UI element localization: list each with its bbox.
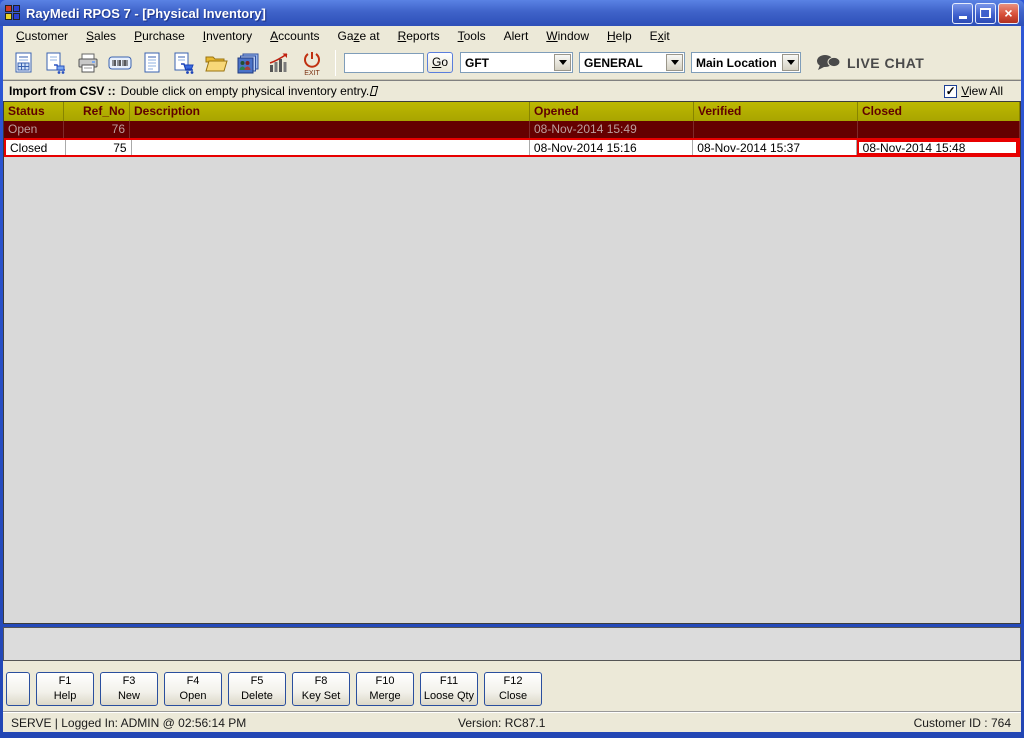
minimize-button[interactable] <box>952 2 973 24</box>
merge-button[interactable]: F10 Merge <box>356 672 414 706</box>
column-header-status[interactable]: Status <box>4 102 64 121</box>
barcode-icon[interactable] <box>105 49 135 77</box>
cell-closed-selected[interactable]: 08-Nov-2014 15:48 <box>856 140 1019 155</box>
cell-verified[interactable] <box>694 121 858 138</box>
sales-cart-icon[interactable] <box>41 49 71 77</box>
exit-icon[interactable]: EXIT <box>297 49 327 77</box>
table-row[interactable]: Open 76 08-Nov-2014 15:49 <box>4 121 1020 138</box>
table-header: Status Ref_No Description Opened Verifie… <box>4 102 1020 121</box>
chevron-down-icon[interactable] <box>666 54 683 71</box>
close-icon: × <box>1004 5 1013 21</box>
bottom-panel <box>3 627 1021 661</box>
menu-item-exit[interactable]: Exit <box>641 27 679 45</box>
menu-item-inventory[interactable]: Inventory <box>194 27 261 45</box>
purchase-cart-icon[interactable] <box>169 49 199 77</box>
restore-button[interactable] <box>975 2 996 24</box>
company-select[interactable]: GFT <box>460 52 573 73</box>
application-window: RayMedi RPOS 7 - [Physical Inventory] × … <box>0 0 1024 738</box>
checkbox-check-icon[interactable]: ✓ <box>944 84 958 98</box>
exit-label: EXIT <box>304 70 320 76</box>
billing-icon[interactable] <box>9 49 39 77</box>
go-button[interactable]: Go <box>427 52 453 73</box>
app-icon <box>5 5 21 21</box>
column-header-closed[interactable]: Closed <box>858 102 1020 121</box>
chevron-down-icon[interactable] <box>554 54 571 71</box>
menu-item-sales[interactable]: Sales <box>77 27 125 45</box>
loose-qty-button[interactable]: F11 Loose Qty <box>420 672 478 706</box>
view-all-checkbox[interactable]: ✓ View All <box>944 84 1003 98</box>
customer-id-label: Customer ID : 764 <box>913 716 1011 730</box>
cell-ref-no[interactable]: 75 <box>66 140 132 155</box>
restore-icon <box>980 8 991 18</box>
statistics-icon[interactable] <box>265 49 295 77</box>
info-title: Import from CSV :: <box>9 84 116 98</box>
minimize-icon <box>958 16 967 19</box>
info-message: Double click on empty physical inventory… <box>120 84 370 98</box>
table-row-selected[interactable]: Closed 75 08-Nov-2014 15:16 08-Nov-2014 … <box>4 138 1020 157</box>
column-header-verified[interactable]: Verified <box>694 102 858 121</box>
document-icon[interactable] <box>137 49 167 77</box>
inventory-table: Status Ref_No Description Opened Verifie… <box>3 101 1021 624</box>
menu-item-help[interactable]: Help <box>598 27 641 45</box>
customers-icon[interactable] <box>233 49 263 77</box>
cell-opened[interactable]: 08-Nov-2014 15:49 <box>530 121 694 138</box>
info-bar: Import from CSV :: Double click on empty… <box>3 80 1021 101</box>
category-select[interactable]: GENERAL <box>579 52 685 73</box>
logged-in-status: SERVE | Logged In: ADMIN @ 02:56:14 PM <box>11 716 247 730</box>
open-button[interactable]: F4 Open <box>164 672 222 706</box>
live-chat-button[interactable]: LIVE CHAT <box>815 53 924 73</box>
toolbar-separator <box>335 49 336 76</box>
menu-bar: Customer Sales Purchase Inventory Accoun… <box>3 26 1021 46</box>
search-input[interactable] <box>344 52 424 73</box>
version-label: Version: RC87.1 <box>458 716 546 730</box>
blank-button[interactable] <box>6 672 30 706</box>
cell-status[interactable]: Open <box>4 121 64 138</box>
menu-item-customer[interactable]: Customer <box>7 27 77 45</box>
text-cursor-glyph <box>369 86 379 96</box>
help-button[interactable]: F1 Help <box>36 672 94 706</box>
column-header-opened[interactable]: Opened <box>530 102 694 121</box>
menu-item-accounts[interactable]: Accounts <box>261 27 328 45</box>
cell-opened[interactable]: 08-Nov-2014 15:16 <box>530 140 694 155</box>
key-set-button[interactable]: F8 Key Set <box>292 672 350 706</box>
cell-verified[interactable]: 08-Nov-2014 15:37 <box>693 140 857 155</box>
function-key-bar: F1 Help F3 New F4 Open F5 Delete F8 Key Set F… <box>3 661 1021 712</box>
menu-item-gaze-at[interactable]: Gaze at <box>329 27 389 45</box>
window-title: RayMedi RPOS 7 - [Physical Inventory] <box>26 5 266 21</box>
cell-closed[interactable] <box>858 121 1020 138</box>
open-folder-icon[interactable] <box>201 49 231 77</box>
chevron-down-icon[interactable] <box>782 54 799 71</box>
status-bar: SERVE | Logged In: ADMIN @ 02:56:14 PM V… <box>3 712 1021 732</box>
live-chat-label: LIVE CHAT <box>847 54 925 71</box>
close-form-button[interactable]: F12 Close <box>484 672 542 706</box>
chat-bubbles-icon <box>817 54 841 70</box>
cell-status[interactable]: Closed <box>6 140 66 155</box>
title-bar: RayMedi RPOS 7 - [Physical Inventory] × <box>0 0 1024 26</box>
menu-item-purchase[interactable]: Purchase <box>125 27 194 45</box>
delete-button[interactable]: F5 Delete <box>228 672 286 706</box>
new-button[interactable]: F3 New <box>100 672 158 706</box>
close-button[interactable]: × <box>998 2 1019 24</box>
cell-description[interactable] <box>132 140 530 155</box>
column-header-description[interactable]: Description <box>130 102 530 121</box>
cell-description[interactable] <box>130 121 530 138</box>
printer-icon[interactable] <box>73 49 103 77</box>
menu-item-alert[interactable]: Alert <box>495 27 538 45</box>
cell-ref-no[interactable]: 76 <box>64 121 130 138</box>
menu-item-tools[interactable]: Tools <box>449 27 495 45</box>
menu-item-reports[interactable]: Reports <box>389 27 449 45</box>
location-select[interactable]: Main Location <box>691 52 801 73</box>
view-all-label: View All <box>961 84 1003 98</box>
toolbar: EXIT Go GFT GENERAL Main Location LIVE C… <box>3 46 1021 80</box>
menu-item-window[interactable]: Window <box>537 27 598 45</box>
column-header-ref-no[interactable]: Ref_No <box>64 102 130 121</box>
